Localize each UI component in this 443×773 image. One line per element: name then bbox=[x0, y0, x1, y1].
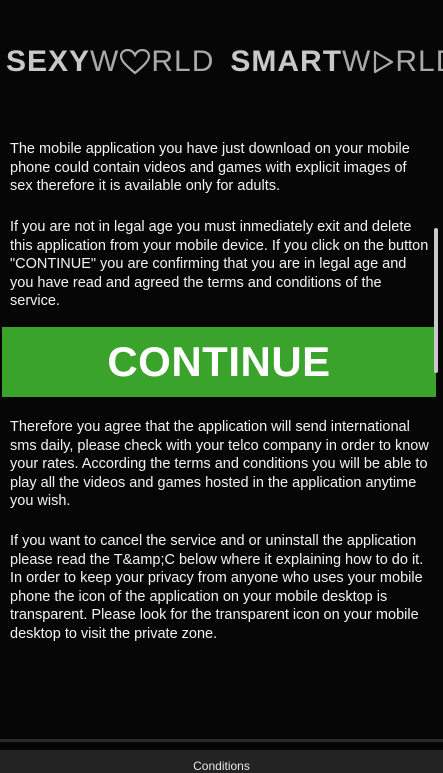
scrollbar-thumb[interactable] bbox=[434, 228, 438, 373]
conditions-link[interactable]: Conditions bbox=[193, 759, 250, 773]
sexyworld-logo: SEXY W RLD bbox=[6, 47, 214, 77]
smartworld-logo-part3: RLD bbox=[395, 45, 443, 78]
disclaimer-paragraph-legal-age: If you are not in legal age you must inm… bbox=[10, 219, 429, 309]
sexyworld-logo-part2: W bbox=[90, 45, 120, 78]
continue-button[interactable]: CONTINUE bbox=[2, 327, 436, 397]
sms-terms-paragraph: Therefore you agree that the application… bbox=[10, 419, 429, 509]
smartworld-logo: SMARTW RLD bbox=[230, 47, 443, 77]
footer-bar: Conditions bbox=[0, 750, 443, 773]
logo-header: SEXYW RLD SMARTW RLD bbox=[6, 44, 443, 80]
smartworld-logo-part2: W bbox=[342, 45, 372, 78]
smartworld-logo-part1: SMART bbox=[230, 45, 343, 78]
cancel-service-paragraph: If you want to cancel the service and or… bbox=[10, 533, 424, 642]
heart-icon bbox=[120, 49, 151, 75]
sexyworld-logo-part3: RLD bbox=[151, 45, 215, 78]
app-screen: SEXYW RLD SMARTW RLD The mobile applicat… bbox=[0, 0, 443, 773]
disclaimer-paragraph-adults: The mobile application you have just dow… bbox=[10, 141, 410, 194]
footer-divider bbox=[0, 739, 443, 742]
sexyworld-logo-part1: SEXY bbox=[6, 45, 91, 78]
play-icon bbox=[374, 50, 394, 74]
